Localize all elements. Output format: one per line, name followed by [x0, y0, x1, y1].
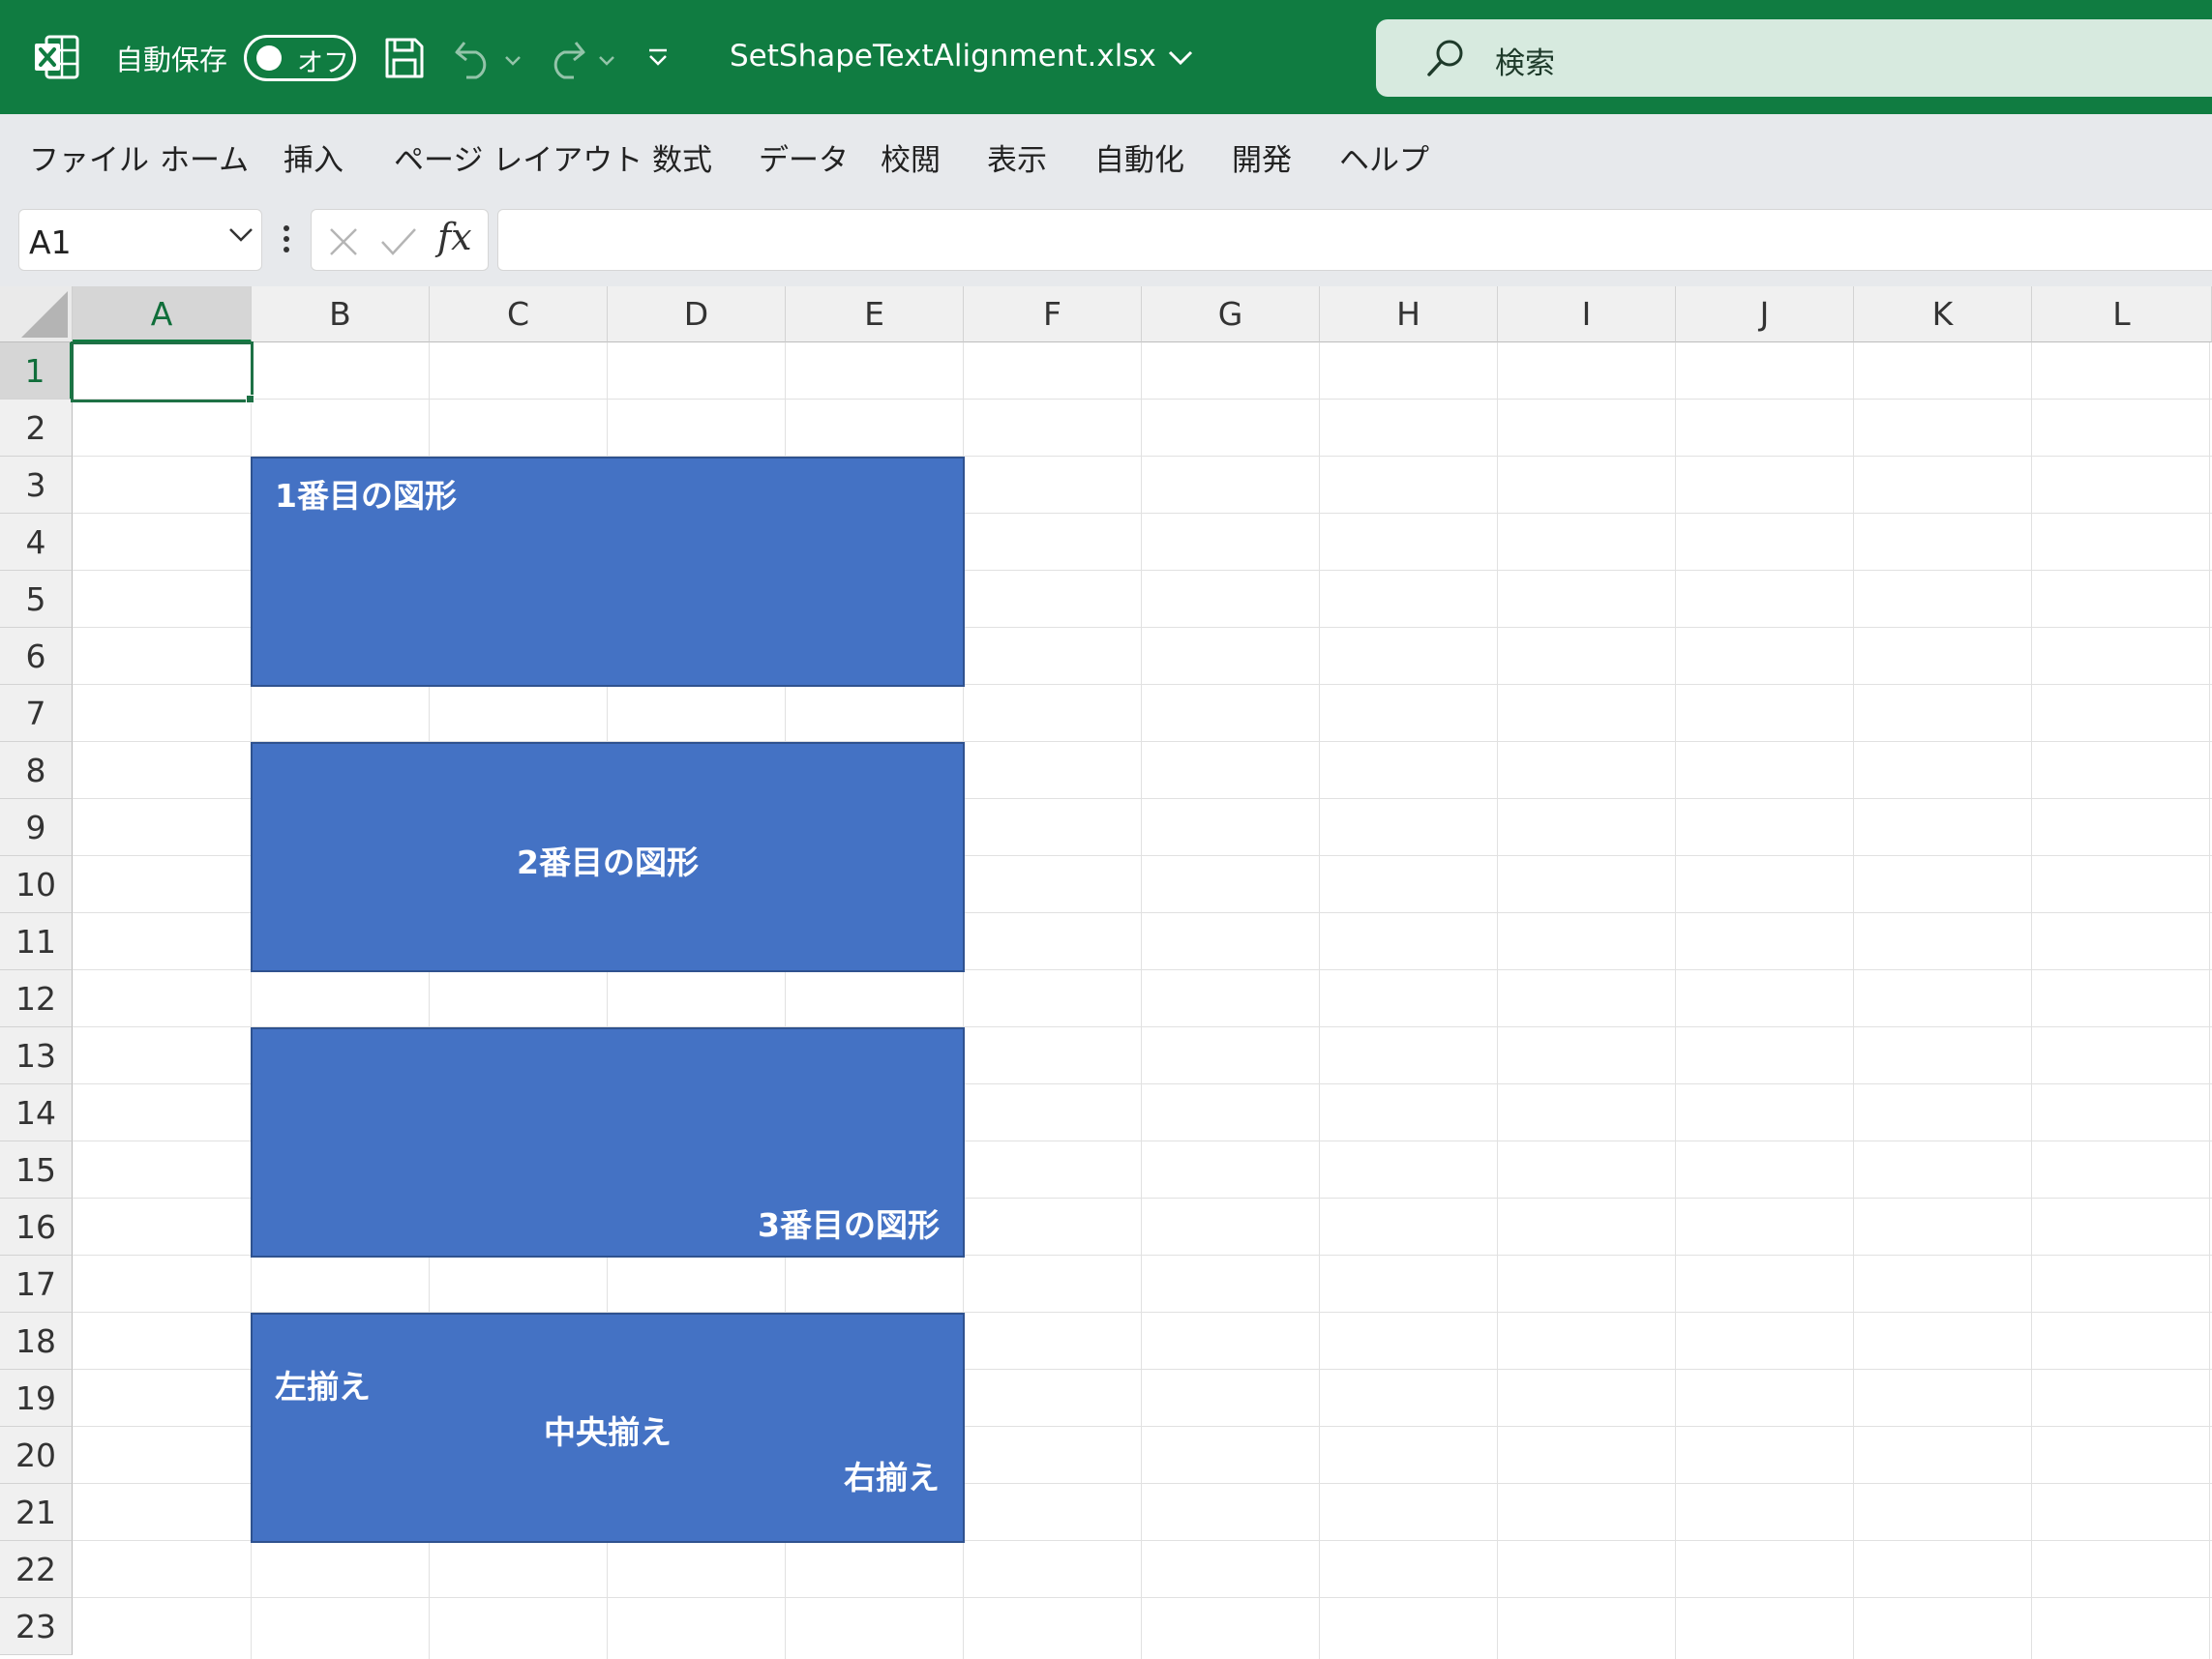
check-icon[interactable]	[379, 225, 418, 262]
row-header-3[interactable]: 3	[0, 457, 73, 514]
shape-3-text: 3番目の図形	[758, 1206, 940, 1244]
search-box[interactable]: 検索	[1376, 19, 2212, 97]
shape-1-text: 1番目の図形	[275, 477, 457, 515]
tab-review[interactable]: 校閲	[881, 135, 941, 179]
chevron-down-icon[interactable]	[228, 227, 254, 247]
ribbon-tabs: ファイル ホーム 挿入 ページ レイアウト 数式 データ 校閲 表示 自動化 開…	[0, 114, 2212, 207]
chevron-down-icon	[1168, 39, 1193, 74]
search-placeholder: 検索	[1495, 46, 1555, 81]
tab-page-layout[interactable]: ページ レイアウト	[394, 135, 643, 179]
title-bar: 自動保存 オフ SetShapeTextAlignment.xlsx 検索	[0, 0, 2212, 114]
filename-text: SetShapeTextAlignment.xlsx	[730, 39, 1156, 74]
gridline	[2209, 342, 2210, 1659]
tab-home[interactable]: ホーム	[160, 135, 249, 179]
autosave-state: オフ	[297, 48, 349, 78]
row-header-12[interactable]: 12	[0, 970, 73, 1027]
shape-4-text-right: 右揃え	[844, 1459, 940, 1496]
row-header-6[interactable]: 6	[0, 628, 73, 685]
select-all-button[interactable]	[0, 286, 73, 342]
shape-3[interactable]: 3番目の図形	[251, 1027, 965, 1258]
customize-toolbar-icon[interactable]	[646, 46, 670, 74]
row-header-10[interactable]: 10	[0, 856, 73, 913]
search-icon	[1424, 37, 1467, 83]
row-header-21[interactable]: 21	[0, 1484, 73, 1541]
gridline	[1319, 342, 1320, 1659]
cancel-icon[interactable]	[327, 225, 360, 262]
redo-icon[interactable]	[545, 37, 587, 83]
formula-input[interactable]	[497, 209, 2212, 271]
row-header-20[interactable]: 20	[0, 1427, 73, 1484]
row-header-15[interactable]: 15	[0, 1141, 73, 1199]
tab-formulas[interactable]: 数式	[652, 135, 712, 179]
tab-automate[interactable]: 自動化	[1094, 135, 1184, 179]
tab-data[interactable]: データ	[759, 135, 849, 179]
gridline	[73, 399, 2212, 400]
column-header-a[interactable]: A	[73, 286, 252, 342]
row-header-14[interactable]: 14	[0, 1084, 73, 1141]
select-all-triangle-icon	[21, 291, 68, 338]
fill-handle[interactable]	[246, 395, 254, 403]
column-header-h[interactable]: H	[1320, 286, 1498, 342]
column-header-e[interactable]: E	[786, 286, 964, 342]
row-header-13[interactable]: 13	[0, 1027, 73, 1084]
active-cell[interactable]	[71, 341, 254, 402]
row-header-9[interactable]: 9	[0, 799, 73, 856]
row-header-4[interactable]: 4	[0, 514, 73, 571]
row-header-17[interactable]: 17	[0, 1256, 73, 1313]
excel-icon[interactable]	[33, 33, 81, 81]
column-header-l[interactable]: L	[2032, 286, 2212, 342]
shape-4[interactable]: 左揃え 中央揃え 右揃え	[251, 1313, 965, 1543]
row-header-19[interactable]: 19	[0, 1370, 73, 1427]
gridline	[1853, 342, 1854, 1659]
gridline	[73, 1597, 2212, 1598]
save-icon[interactable]	[383, 36, 426, 84]
column-header-k[interactable]: K	[1854, 286, 2032, 342]
gridline	[1497, 342, 1498, 1659]
autosave-label: 自動保存	[115, 44, 228, 76]
tab-file[interactable]: ファイル	[29, 135, 149, 179]
autosave-toggle[interactable]: オフ	[244, 35, 356, 81]
row-header-11[interactable]: 11	[0, 913, 73, 970]
row-header-16[interactable]: 16	[0, 1199, 73, 1256]
column-header-f[interactable]: F	[964, 286, 1142, 342]
worksheet-grid: A B C D E F G H I J K L 1 2 3 4 5 6 7 8 …	[0, 286, 2212, 1659]
tab-help[interactable]: ヘルプ	[1339, 135, 1429, 179]
column-header-g[interactable]: G	[1142, 286, 1320, 342]
name-box-value: A1	[29, 223, 72, 261]
formula-bar: A1 fx	[0, 207, 2212, 286]
shape-4-text-left: 左揃え	[275, 1368, 371, 1406]
row-header-18[interactable]: 18	[0, 1313, 73, 1370]
column-header-j[interactable]: J	[1676, 286, 1854, 342]
undo-dropdown-icon[interactable]	[504, 52, 522, 71]
more-options-icon[interactable]	[283, 224, 290, 257]
row-header-8[interactable]: 8	[0, 742, 73, 799]
shape-2[interactable]: 2番目の図形	[251, 742, 965, 972]
gridline	[1141, 342, 1142, 1659]
redo-dropdown-icon[interactable]	[598, 52, 615, 71]
row-header-5[interactable]: 5	[0, 571, 73, 628]
row-header-1[interactable]: 1	[0, 342, 73, 400]
formula-buttons: fx	[311, 209, 489, 271]
row-header-22[interactable]: 22	[0, 1541, 73, 1598]
column-header-d[interactable]: D	[608, 286, 786, 342]
row-header-2[interactable]: 2	[0, 400, 73, 457]
row-header-23[interactable]: 23	[0, 1598, 73, 1655]
undo-icon[interactable]	[453, 37, 495, 83]
column-header-b[interactable]: B	[252, 286, 430, 342]
row-header-7[interactable]: 7	[0, 685, 73, 742]
name-box[interactable]: A1	[18, 209, 262, 271]
shape-1[interactable]: 1番目の図形	[251, 457, 965, 687]
insert-function-button[interactable]: fx	[437, 216, 472, 258]
gridline	[2031, 342, 2032, 1659]
tab-view[interactable]: 表示	[987, 135, 1047, 179]
tab-developer[interactable]: 開発	[1232, 135, 1292, 179]
tab-insert[interactable]: 挿入	[284, 135, 344, 179]
column-header-c[interactable]: C	[430, 286, 608, 342]
gridline	[1675, 342, 1676, 1659]
document-title[interactable]: SetShapeTextAlignment.xlsx	[730, 39, 1193, 74]
column-header-i[interactable]: I	[1498, 286, 1676, 342]
shape-4-text-center: 中央揃え	[544, 1413, 672, 1451]
shape-2-text: 2番目の図形	[517, 844, 699, 881]
toggle-knob	[256, 45, 282, 71]
